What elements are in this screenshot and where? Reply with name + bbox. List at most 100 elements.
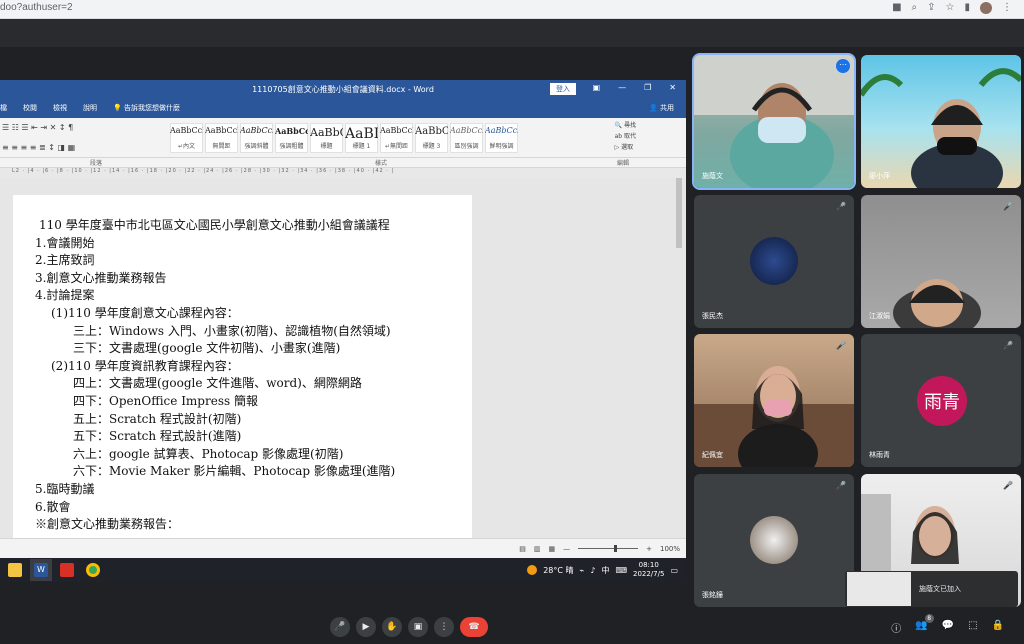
muted-mic-icon: 🎤 (1003, 481, 1013, 490)
bookmark-star-icon[interactable]: ☆ (946, 2, 955, 14)
style-item[interactable]: AaBbCcL鮮明強調 (485, 122, 518, 153)
volume-icon[interactable]: ♪ (590, 566, 595, 575)
muted-mic-icon: 🎤 (1003, 341, 1013, 350)
share-button[interactable]: 👤 共用 (649, 103, 674, 113)
more-options-icon[interactable]: ⋯ (836, 59, 850, 73)
doc-line: 三上：Windows 入門、小畫家(初階)、認識植物(自然領域) (73, 323, 391, 338)
word-title: 1110705創意文心推動小組會議資料.docx - Word (252, 84, 434, 94)
participant-tile[interactable]: 🎤 紀佩宜 (694, 334, 854, 467)
camera-icon: ▶ (362, 622, 370, 632)
doc-line: 6.散會 (35, 499, 71, 514)
end-call-button[interactable]: ☎ (460, 617, 488, 637)
participant-tile[interactable]: 🎤 江淑娟 (861, 195, 1021, 328)
document-page[interactable]: 110 學年度臺中市北屯區文心國民小學創意文心推動小組會議議程 1.會議開始 2… (13, 195, 472, 555)
zoom-level[interactable]: 100% (660, 545, 680, 553)
doc-line: 六下：Movie Maker 影片編輯、Photocap 影像處理(進階) (73, 464, 396, 479)
browser-toolbar: doo?authuser=2 ■ ⌕ ⇪ ☆ ▮ ⋮ (0, 0, 1024, 19)
participant-tile[interactable]: ⋯ 施蔭文 (692, 53, 856, 190)
align-tools[interactable]: ≡ ≡ ≡ ≡ ≣ ↕ ◨ ▦ (2, 143, 170, 152)
read-mode-icon[interactable]: ▤ (519, 545, 526, 553)
menu-item[interactable]: 校閱 (23, 103, 37, 113)
address-bar[interactable]: doo?authuser=2 (0, 2, 73, 13)
menu-item[interactable]: 檔 (0, 103, 7, 113)
menu-item[interactable]: 說明 (83, 103, 97, 113)
participant-tile[interactable]: 廖小萍 (861, 55, 1021, 188)
participant-video (861, 68, 1021, 188)
style-item[interactable]: AaBbCcI強調粗體 (275, 122, 308, 153)
mic-button[interactable]: 🎤 (330, 617, 350, 637)
zoom-in-icon[interactable]: + (646, 545, 652, 553)
replace-button[interactable]: ab 取代 (615, 131, 636, 142)
profile-avatar[interactable] (980, 2, 992, 14)
menu-item[interactable]: 檢視 (53, 103, 67, 113)
zoom-slider[interactable] (578, 545, 639, 552)
document-area: 110 學年度臺中市北屯區文心國民小學創意文心推動小組會議議程 1.會議開始 2… (0, 178, 686, 555)
weather-sun-icon (527, 565, 538, 575)
participant-initials: 雨青 (917, 376, 967, 426)
minimize-icon[interactable]: — (618, 83, 626, 92)
participant-name: 施蔭文 (702, 172, 723, 180)
network-icon[interactable]: ⌁ (580, 566, 585, 575)
file-explorer-icon[interactable] (4, 559, 26, 581)
maximize-icon[interactable]: ❐ (644, 83, 651, 92)
muted-mic-icon: 🎤 (836, 202, 846, 211)
pdf-app-icon[interactable] (56, 559, 78, 581)
ruler: L2 · |4 · |6 · |8 · |10 · |12 · |14 · |1… (0, 168, 686, 178)
side-controls: ⓘ 👥 8 💬 ⬚ 🔒 (891, 614, 1004, 635)
ribbon-display-icon[interactable]: ▣ (593, 83, 601, 92)
present-button[interactable]: ▣ (408, 617, 428, 637)
toast-text: 施蔭文已加入 (919, 585, 961, 593)
people-button[interactable]: 👥 8 (915, 614, 934, 635)
select-button[interactable]: ▷ 選取 (615, 142, 636, 153)
more-options-button[interactable]: ⋮ (434, 617, 454, 637)
ribbon: ☰ ☷ ☰ ⇤ ⇥ ✕ ↕ ¶ ≡ ≡ ≡ ≡ ≣ ↕ ◨ ▦ AaBbCcI ↵… (0, 118, 686, 158)
share-icon[interactable]: ⇪ (927, 2, 935, 14)
zoom-out-icon[interactable]: — (563, 545, 570, 553)
host-controls-icon[interactable]: 🔒 (992, 620, 1004, 635)
style-item[interactable]: AaBbCc標題 3 (415, 122, 448, 153)
input-icon[interactable]: ⌨ (615, 566, 627, 575)
info-icon[interactable]: ⓘ (891, 620, 901, 635)
tell-me-search[interactable]: 💡 告訴我您想做什麼 (113, 103, 180, 113)
print-layout-icon[interactable]: ▥ (534, 545, 541, 553)
login-button[interactable]: 登入 (550, 83, 576, 95)
clock[interactable]: 08:10 2022/7/5 (633, 561, 664, 579)
weather-text[interactable]: 28°C 晴 (543, 565, 573, 576)
more-icon[interactable]: ⋮ (1002, 2, 1012, 14)
word-status-bar: ▤ ▥ ▦ — + 100% (0, 538, 686, 558)
chrome-app-icon[interactable] (82, 559, 104, 581)
participant-name: 張銘鐘 (702, 591, 723, 599)
notification-icon[interactable]: ▭ (670, 566, 678, 575)
style-item[interactable]: AaBbC標題 (310, 122, 343, 153)
style-item[interactable]: AaBI 標題 1 (345, 122, 378, 153)
chat-icon[interactable]: 💬 (942, 620, 954, 635)
vertical-scrollbar[interactable] (676, 178, 682, 248)
sidebar-icon[interactable]: ▮ (964, 2, 970, 14)
zoom-icon[interactable]: ⌕ (912, 2, 918, 14)
join-notification[interactable]: 施蔭文已加入 (845, 571, 1018, 607)
camera-button[interactable]: ▶ (356, 617, 376, 637)
doc-line: 三下：文書處理(google 文件初階)、小畫家(進階) (73, 341, 341, 356)
list-tools[interactable]: ☰ ☷ ☰ ⇤ ⇥ ✕ ↕ ¶ (2, 123, 170, 132)
style-item[interactable]: AaBbCcD無間距 (205, 122, 238, 153)
ime-indicator[interactable]: 中 (601, 565, 609, 576)
raise-hand-button[interactable]: ✋ (382, 617, 402, 637)
style-item[interactable]: AaBbCcL區別強調 (450, 122, 483, 153)
find-button[interactable]: 🔍 尋找 (615, 120, 636, 131)
toast-thumbnail (847, 572, 911, 606)
participant-tile[interactable]: 🎤 張民杰 (694, 195, 854, 328)
style-item[interactable]: AaBbCcI ↵無間距 (380, 122, 413, 153)
windows-taskbar: W 28°C 晴 ⌁ ♪ 中 ⌨ 08:10 2022/7/5 ▭ (0, 558, 686, 582)
zoom-thumb[interactable] (614, 545, 618, 552)
edit-group: 🔍 尋找 ab 取代 ▷ 選取 (615, 120, 636, 153)
doc-line: 2.主席致詞 (35, 253, 95, 268)
camera-icon[interactable]: ■ (892, 2, 901, 14)
web-layout-icon[interactable]: ▦ (548, 545, 555, 553)
style-item[interactable]: AaBbCcI ↵內文 (170, 122, 203, 153)
close-icon[interactable]: ✕ (669, 83, 676, 92)
word-app-icon[interactable]: W (30, 559, 52, 581)
participant-tile[interactable]: 🎤 張銘鐘 (694, 474, 854, 607)
activities-icon[interactable]: ⬚ (968, 620, 977, 635)
participant-tile[interactable]: 雨青 🎤 林雨青 (861, 334, 1021, 467)
style-item[interactable]: AaBbCcL強調斜體 (240, 122, 273, 153)
